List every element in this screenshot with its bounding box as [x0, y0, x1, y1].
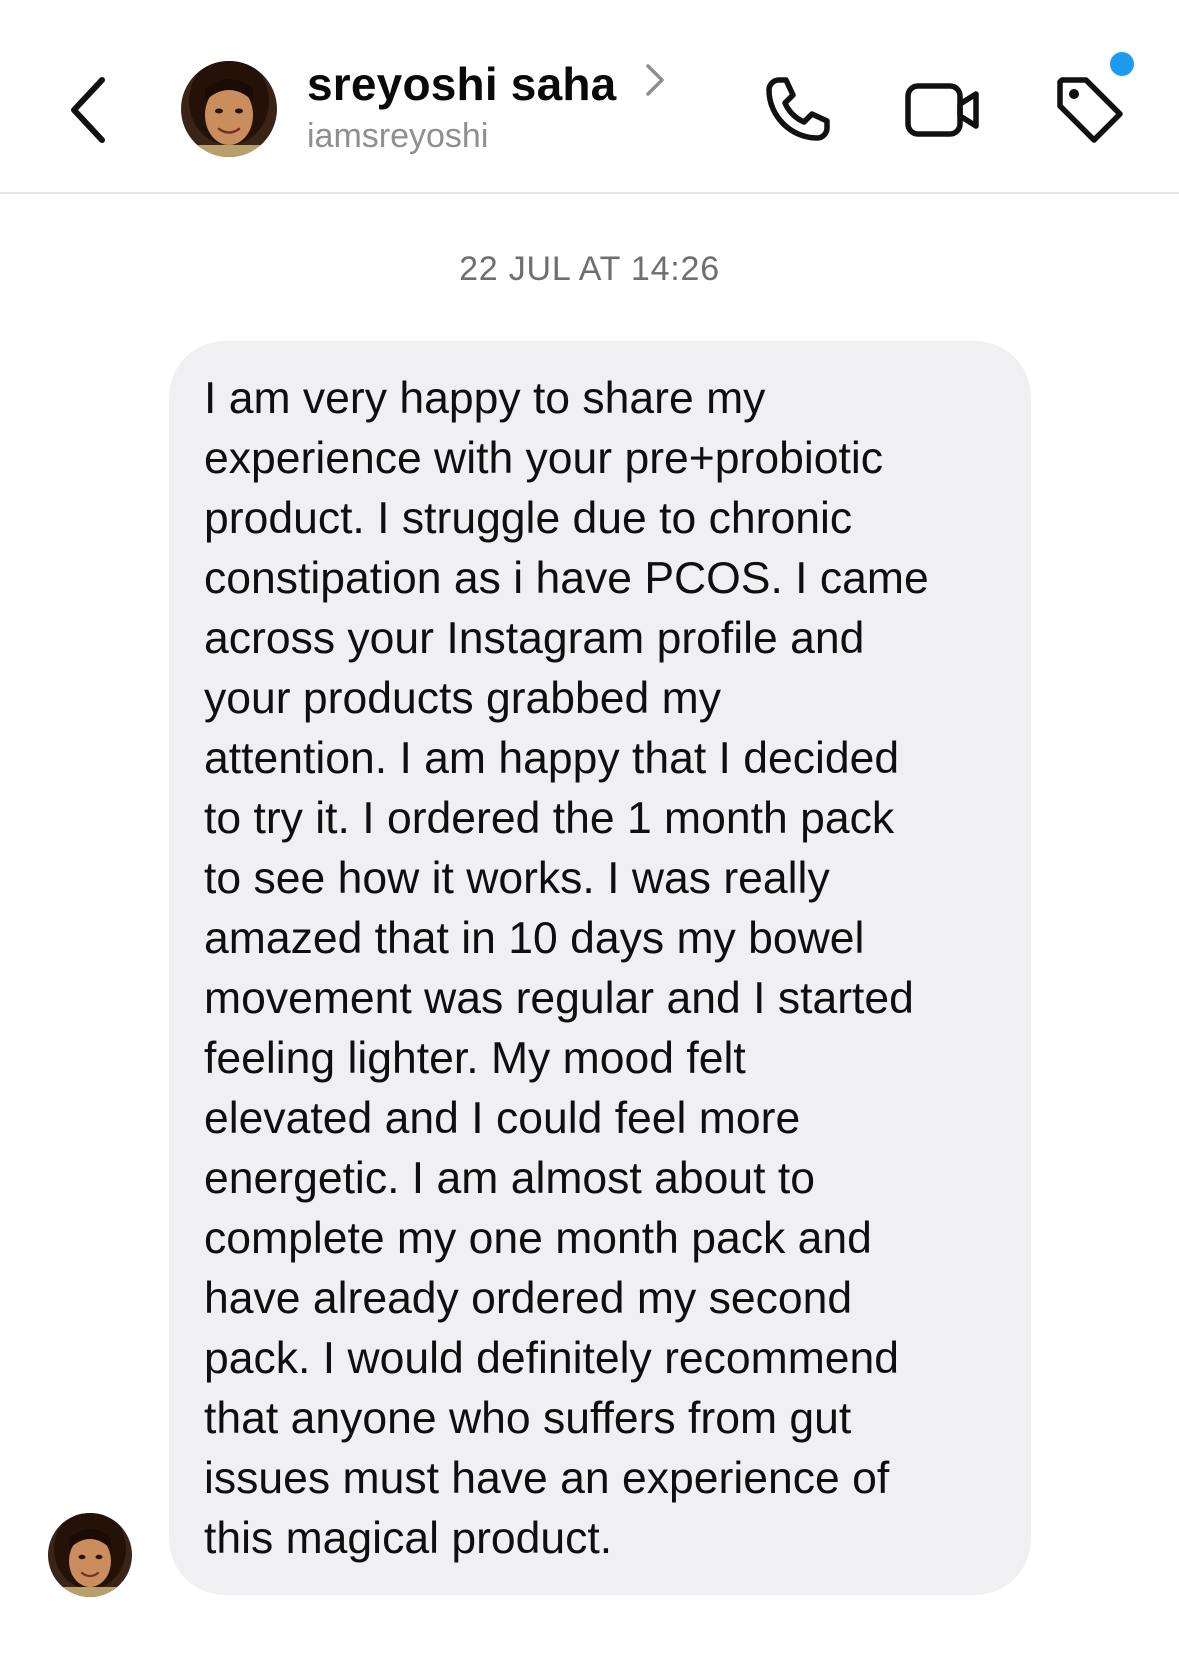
profile-photo [181, 61, 277, 157]
tag-button[interactable] [1050, 70, 1130, 150]
conversation-header: sreyoshi saha iamsreyoshi [0, 0, 1179, 194]
profile-photo [48, 1513, 132, 1597]
sender-avatar[interactable] [48, 1513, 132, 1597]
notification-dot [1110, 52, 1134, 76]
chevron-right-icon [646, 64, 664, 96]
avatar[interactable] [181, 61, 277, 157]
display-name: sreyoshi saha [307, 58, 617, 110]
message-bubble[interactable]: I am very happy to share my experience w… [169, 341, 1031, 1595]
audio-call-button[interactable] [757, 70, 837, 150]
message-timestamp: 22 JUL AT 14:26 [459, 250, 720, 288]
profile-name-block[interactable]: sreyoshi saha iamsreyoshi [307, 56, 669, 158]
message-text: I am very happy to share my experience w… [204, 374, 929, 1563]
video-camera-icon [905, 83, 979, 137]
tag-icon [1057, 77, 1123, 143]
video-call-button[interactable] [903, 70, 983, 150]
phone-icon [766, 77, 830, 141]
chevron-left-icon [71, 77, 105, 143]
back-button[interactable] [62, 70, 122, 150]
username: iamsreyoshi [307, 117, 489, 155]
